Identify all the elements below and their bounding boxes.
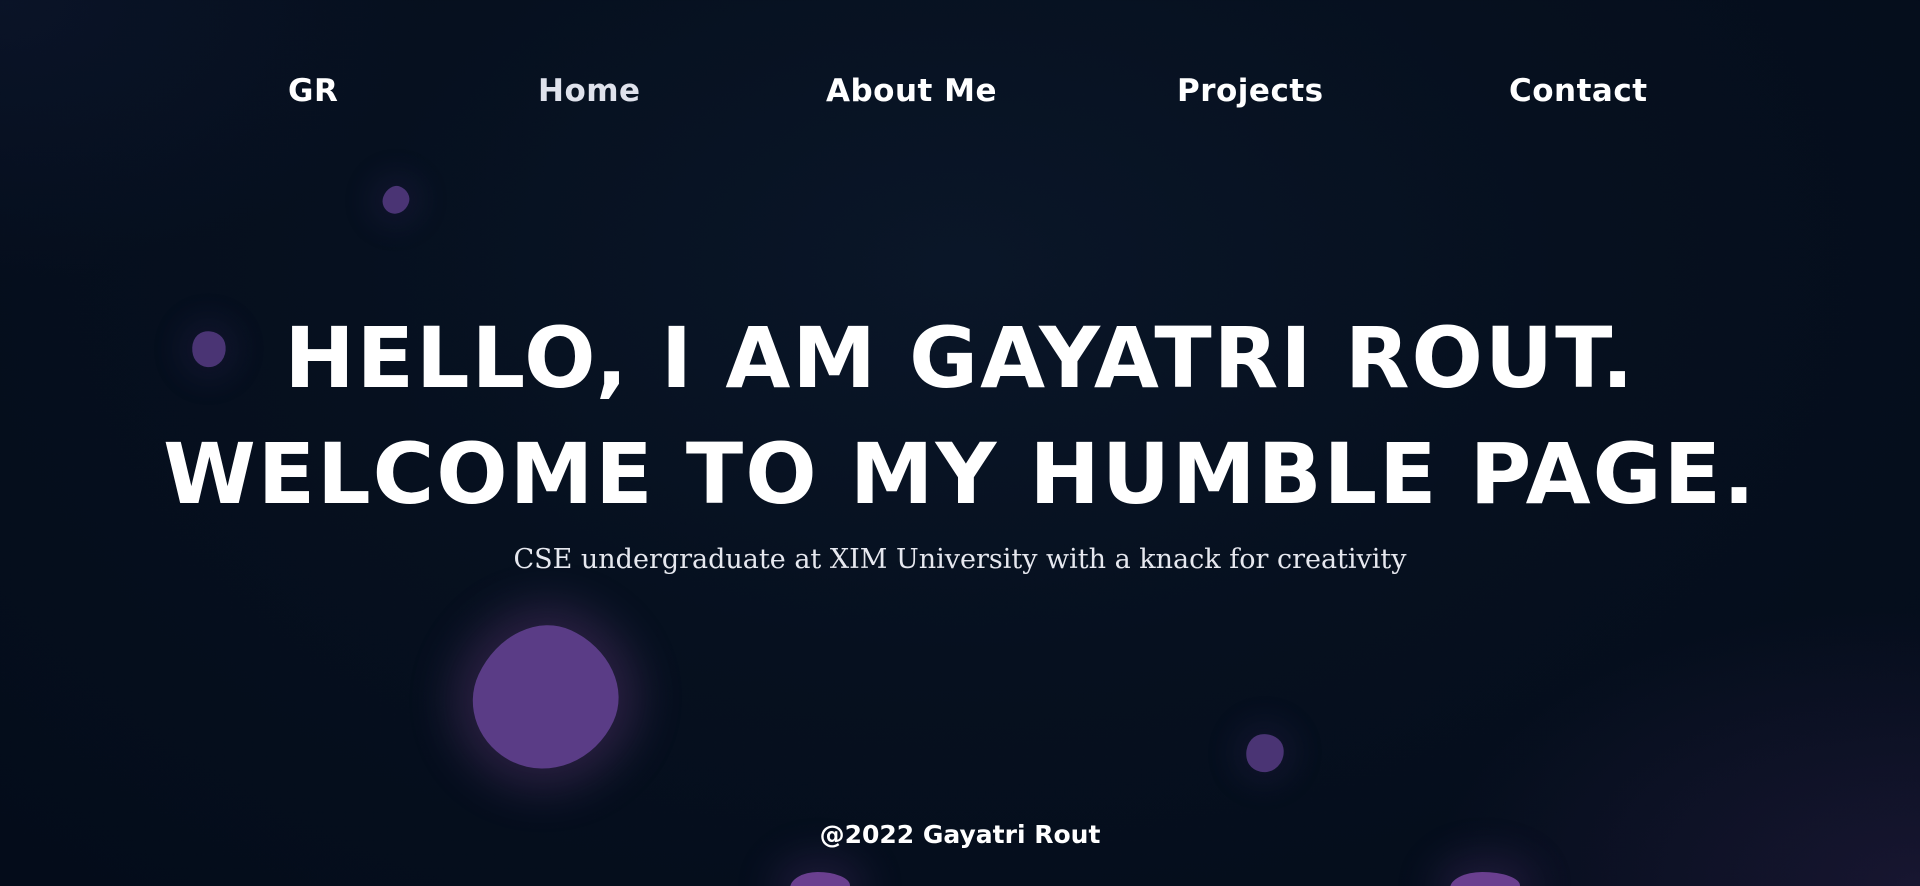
footer-copyright: @2022 Gayatri Rout: [819, 820, 1101, 849]
nav-item-home[interactable]: Home: [538, 73, 641, 109]
hero-subtitle: CSE undergraduate at XIM University with…: [513, 544, 1407, 575]
logo-link[interactable]: GR: [288, 73, 338, 109]
top-navigation: GR Home About Me Projects Contact: [0, 68, 1920, 118]
hero-heading-line-1: HELLO, I AM GAYATRI ROUT.: [284, 309, 1636, 407]
decorative-blob: [1242, 730, 1288, 776]
nav-item-contact[interactable]: Contact: [1509, 73, 1648, 109]
hero-section: HELLO, I AM GAYATRI ROUT. WELCOME TO MY …: [0, 300, 1920, 575]
hero-heading-line-2: WELCOME TO MY HUMBLE PAGE.: [163, 425, 1757, 523]
hero-heading: HELLO, I AM GAYATRI ROUT. WELCOME TO MY …: [0, 300, 1920, 532]
decorative-blob: [451, 602, 641, 794]
decorative-blob: [1450, 872, 1520, 886]
nav-item-about-me[interactable]: About Me: [826, 73, 997, 109]
decorative-blob: [790, 872, 850, 886]
nav-item-projects[interactable]: Projects: [1177, 73, 1324, 109]
decorative-blob: [378, 182, 414, 218]
